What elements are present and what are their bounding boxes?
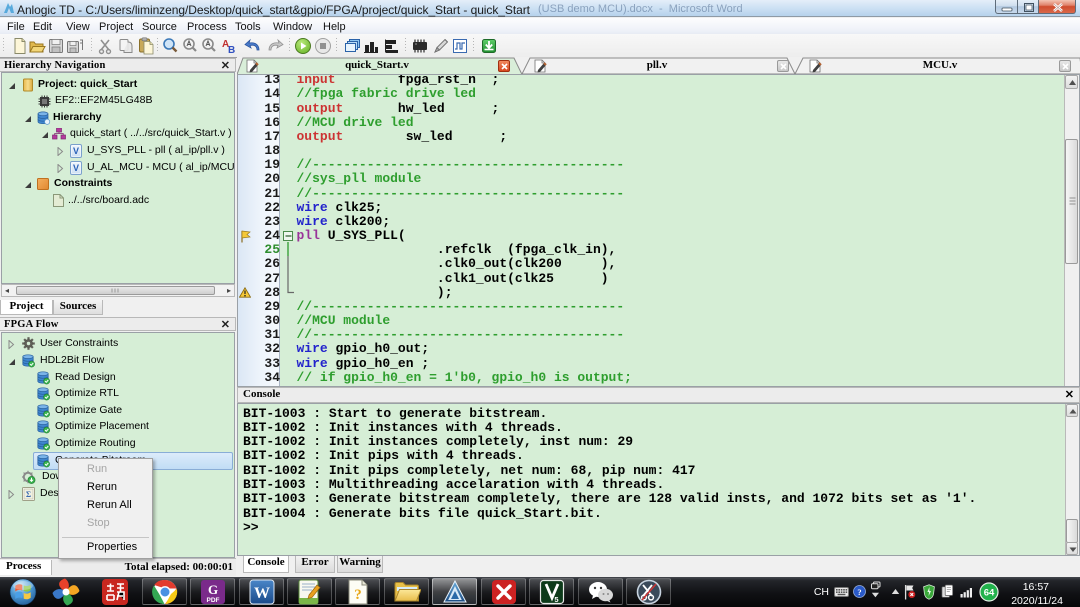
- svg-text:W: W: [254, 585, 270, 602]
- svg-text:?: ?: [354, 587, 362, 603]
- svg-text:V: V: [73, 146, 79, 156]
- svg-text:5: 5: [554, 595, 558, 604]
- svg-text:V: V: [73, 163, 79, 173]
- svg-text:Σ: Σ: [26, 490, 31, 499]
- svg-text:PDF: PDF: [206, 597, 219, 604]
- svg-text:?: ?: [857, 587, 861, 597]
- svg-text:64: 64: [984, 588, 995, 599]
- svg-text:G: G: [207, 582, 217, 597]
- svg-text:B: B: [228, 45, 235, 55]
